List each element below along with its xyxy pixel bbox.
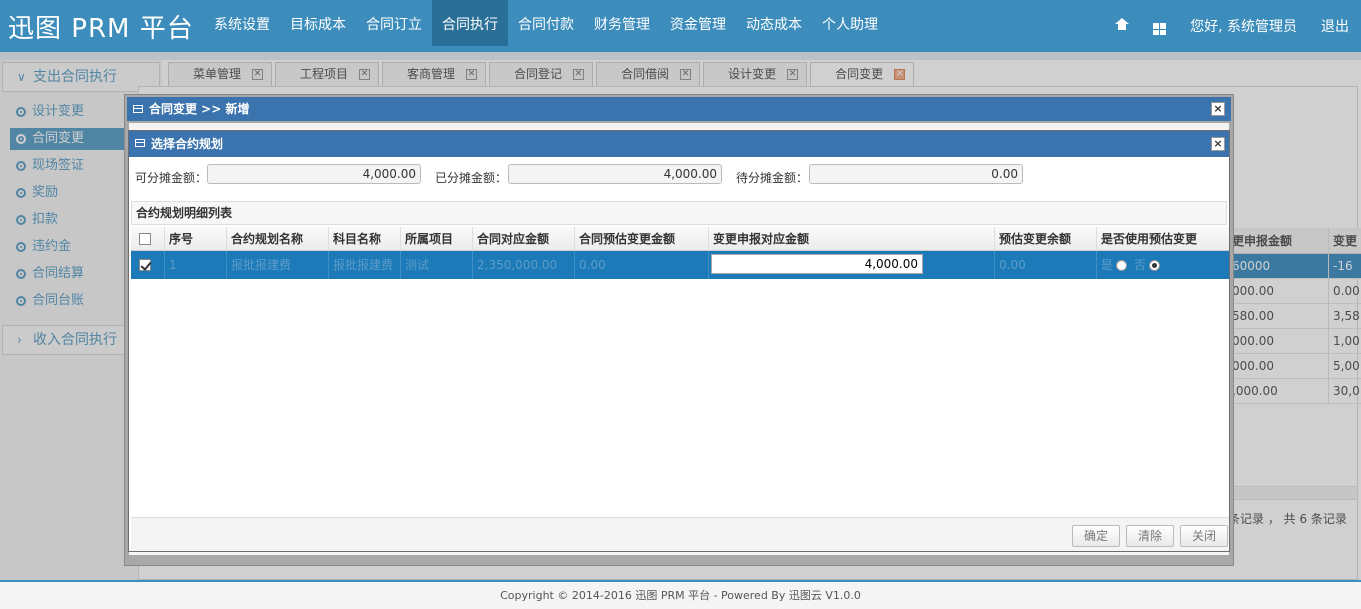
col-header: 所属项目 <box>401 227 473 251</box>
nav-item-contract-payment[interactable]: 合同付款 <box>508 0 584 46</box>
top-right-area: 您好, 系统管理员 退出 <box>1103 0 1361 52</box>
radio-yes-label: 是 <box>1101 258 1114 272</box>
nav-item-target-cost[interactable]: 目标成本 <box>280 0 356 46</box>
select-all-checkbox[interactable] <box>139 232 151 245</box>
main-nav: 系统设置 目标成本 合同订立 合同执行 合同付款 财务管理 资金管理 动态成本 … <box>204 0 888 46</box>
cell-est-change: 0.00 <box>575 251 709 279</box>
cell-subject: 报批报建费 <box>329 251 401 279</box>
cell-no: 1 <box>165 251 227 279</box>
declared-amount-input[interactable]: 4,000.00 <box>711 254 923 274</box>
cell-est-balance: 0.00 <box>995 251 1097 279</box>
grid-icon <box>1153 23 1167 36</box>
radio-yes[interactable] <box>1116 260 1128 271</box>
nav-item-contract-execution[interactable]: 合同执行 <box>432 0 508 46</box>
col-header: 合同对应金额 <box>473 227 575 251</box>
confirm-button[interactable]: 确定 <box>1072 525 1120 547</box>
select-plan-dialog: 选择合约规划 × 可分摊金额： 4,000.00 已分摊金额： 4,000.00… <box>128 130 1230 552</box>
select-all-cell[interactable] <box>131 227 165 251</box>
col-header: 合同预估变更金额 <box>575 227 709 251</box>
col-header: 序号 <box>165 227 227 251</box>
radio-no-label: 否 <box>1133 258 1146 272</box>
row-checkbox[interactable] <box>139 258 151 271</box>
row-select-cell[interactable] <box>131 251 165 279</box>
radio-no[interactable] <box>1148 260 1160 271</box>
user-greeting[interactable]: 您好, 系统管理员 <box>1178 16 1309 36</box>
dialog-title: 选择合约规划 <box>151 137 224 151</box>
nav-item-finance[interactable]: 财务管理 <box>584 0 660 46</box>
apps-button[interactable] <box>1141 17 1178 36</box>
cell-use-estimate: 是 否 <box>1097 251 1229 279</box>
nav-item-contract-sign[interactable]: 合同订立 <box>356 0 432 46</box>
section-title: 合约规划明细列表 <box>131 201 1227 225</box>
cell-plan-name: 报批报建费 <box>227 251 329 279</box>
clear-button[interactable]: 清除 <box>1126 525 1174 547</box>
window-icon <box>133 105 143 113</box>
dialog-titlebar[interactable]: 选择合约规划 × <box>129 131 1229 157</box>
page-footer: Copyright © 2014-2016 迅图 PRM 平台 - Powere… <box>0 580 1361 609</box>
top-navbar: 迅图 PRM 平台 系统设置 目标成本 合同订立 合同执行 合同付款 财务管理 … <box>0 0 1361 52</box>
allocatable-label: 可分摊金额： <box>135 171 208 185</box>
cell-declared-amount: 4,000.00 <box>709 251 995 279</box>
home-button[interactable] <box>1103 18 1141 34</box>
amounts-bar: 可分摊金额： 4,000.00 已分摊金额： 4,000.00 待分摊金额： 0… <box>129 159 1229 189</box>
col-header: 科目名称 <box>329 227 401 251</box>
app-logo[interactable]: 迅图 PRM 平台 <box>8 8 194 45</box>
table-header: 序号 合约规划名称 科目名称 所属项目 合同对应金额 合同预估变更金额 变更申报… <box>131 227 1229 251</box>
close-button[interactable]: 关闭 <box>1180 525 1228 547</box>
logout-link[interactable]: 退出 <box>1309 16 1361 36</box>
home-icon <box>1115 18 1130 30</box>
pending-amount-field[interactable]: 0.00 <box>809 164 1023 184</box>
cell-project: 测试 <box>401 251 473 279</box>
window-icon <box>135 139 145 147</box>
close-icon[interactable]: × <box>1211 137 1225 151</box>
pending-label: 待分摊金额： <box>736 171 809 185</box>
table-row[interactable]: 1 报批报建费 报批报建费 测试 2,350,000.00 0.00 4,000… <box>131 251 1229 279</box>
dialog-titlebar[interactable]: 合同变更 >> 新增 × <box>127 97 1231 121</box>
col-header: 变更申报对应金额 <box>709 227 995 251</box>
nav-item-funds[interactable]: 资金管理 <box>660 0 736 46</box>
col-header: 是否使用预估变更 <box>1101 232 1198 246</box>
close-icon[interactable]: × <box>1211 102 1225 116</box>
dialog-title: 合同变更 >> 新增 <box>149 102 250 116</box>
allocatable-amount-field[interactable]: 4,000.00 <box>207 164 421 184</box>
nav-item-dynamic-cost[interactable]: 动态成本 <box>736 0 812 46</box>
col-header: 合约规划名称 <box>227 227 329 251</box>
cell-contract-amount: 2,350,000.00 <box>473 251 575 279</box>
allocated-label: 已分摊金额： <box>435 171 508 185</box>
nav-item-system-settings[interactable]: 系统设置 <box>204 0 280 46</box>
col-header: 预估变更余额 <box>995 227 1097 251</box>
nav-item-personal-assistant[interactable]: 个人助理 <box>812 0 888 46</box>
allocated-amount-field[interactable]: 4,000.00 <box>508 164 722 184</box>
dialog-footer: 确定 清除 关闭 <box>131 517 1229 551</box>
plan-detail-table: 序号 合约规划名称 科目名称 所属项目 合同对应金额 合同预估变更金额 变更申报… <box>131 227 1229 279</box>
